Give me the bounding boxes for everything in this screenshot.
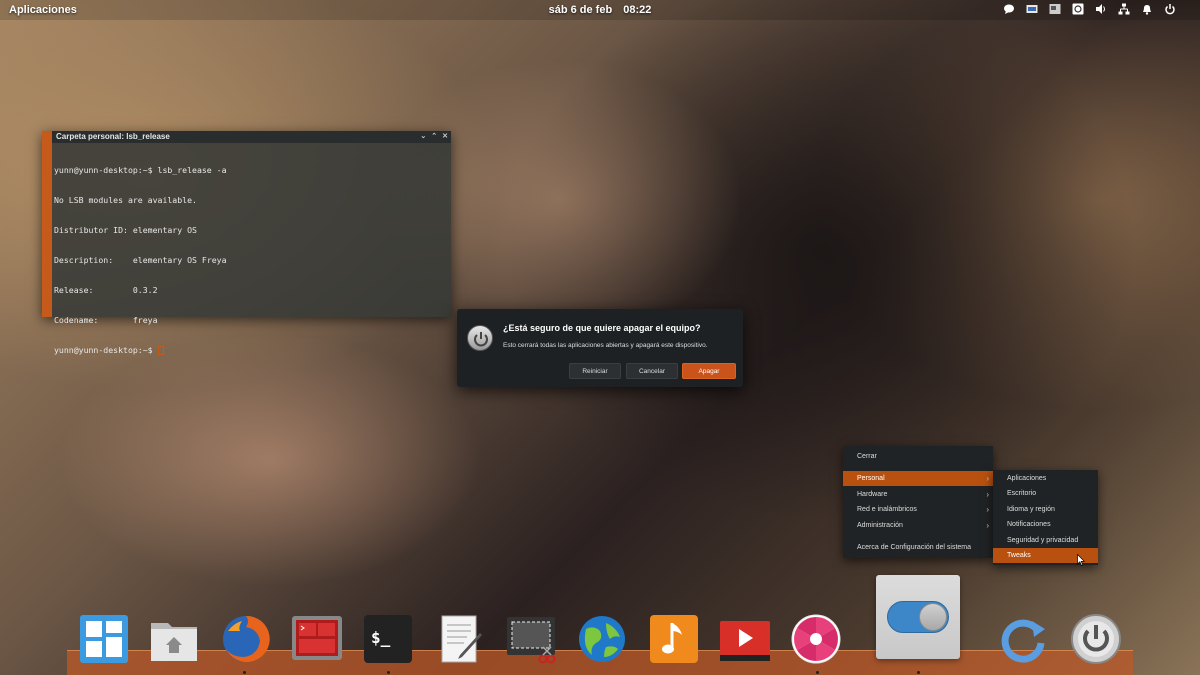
notifications-icon[interactable] bbox=[1141, 3, 1153, 15]
maximize-icon[interactable]: ⌃ bbox=[431, 131, 437, 143]
menu-item-hardware[interactable]: Hardware › bbox=[843, 487, 993, 502]
steam-icon[interactable] bbox=[1072, 3, 1084, 15]
time-label: 08:22 bbox=[623, 4, 652, 16]
shutdown-button[interactable]: Apagar bbox=[682, 363, 736, 379]
chevron-right-icon: › bbox=[986, 490, 989, 499]
video-icon[interactable] bbox=[719, 613, 771, 665]
menu-item-label: Hardware bbox=[857, 491, 888, 498]
files-icon[interactable] bbox=[148, 613, 200, 665]
shutdown-icon[interactable] bbox=[1070, 613, 1122, 665]
running-indicator bbox=[243, 671, 246, 674]
multitasking-view-icon[interactable] bbox=[78, 613, 130, 665]
chevron-right-icon: › bbox=[986, 521, 989, 530]
context-menu: Cerrar Personal › Hardware › Red e inalámb… bbox=[843, 446, 993, 558]
terminal-output[interactable]: yunn@yunn-desktop:~$ lsb_release -a No L… bbox=[52, 143, 451, 377]
svg-text:$_: $_ bbox=[371, 628, 391, 647]
volume-icon[interactable] bbox=[1095, 3, 1107, 15]
mouse-pointer-icon bbox=[1077, 554, 1085, 566]
date-label: sáb 6 de feb bbox=[548, 4, 613, 16]
menu-item-administration[interactable]: Administración › bbox=[843, 518, 993, 533]
terminal-line: Description: elementary OS Freya bbox=[54, 255, 227, 265]
terminal-window[interactable]: Carpeta personal: lsb_release ⌄ ⌃ ✕ yunn… bbox=[42, 131, 451, 355]
dialog-title: ¿Está seguro de que quiere apagar el equ… bbox=[503, 323, 701, 333]
chevron-right-icon: › bbox=[986, 505, 989, 514]
keyboard-icon[interactable] bbox=[1026, 3, 1038, 15]
firefox-icon[interactable] bbox=[220, 613, 272, 665]
submenu-item-applications[interactable]: Aplicaciones bbox=[993, 471, 1098, 486]
running-indicator bbox=[917, 671, 920, 674]
chat-icon[interactable] bbox=[1003, 3, 1015, 15]
browser-icon[interactable] bbox=[576, 613, 628, 665]
personal-submenu: Aplicaciones Escritorio Idioma y región … bbox=[993, 470, 1098, 565]
terminal-alt-icon[interactable] bbox=[291, 613, 343, 665]
menu-item-label: Acerca de Configuración del sistema bbox=[857, 544, 972, 551]
toggle-knob bbox=[919, 603, 947, 631]
terminal-line: Release: 0.3.2 bbox=[54, 285, 158, 295]
menu-item-personal[interactable]: Personal › bbox=[843, 471, 993, 486]
terminal-prompt-line: yunn@yunn-desktop:~$ bbox=[54, 345, 449, 355]
screenshot-icon[interactable] bbox=[1049, 3, 1061, 15]
submenu-item-security[interactable]: Seguridad y privacidad bbox=[993, 533, 1098, 548]
menu-item-about[interactable]: Acerca de Configuración del sistema bbox=[843, 540, 993, 555]
submenu-item-desktop[interactable]: Escritorio bbox=[993, 486, 1098, 501]
system-settings-icon[interactable] bbox=[876, 575, 960, 659]
menu-item-label: Personal bbox=[857, 475, 885, 482]
text-editor-icon[interactable] bbox=[434, 613, 486, 665]
submenu-item-notifications[interactable]: Notificaciones bbox=[993, 517, 1098, 532]
menu-item-label: Cerrar bbox=[857, 453, 877, 460]
menu-item-label: Red e inalámbricos bbox=[857, 506, 917, 513]
photo-viewer-icon[interactable] bbox=[790, 613, 842, 665]
terminal-icon[interactable]: $_ bbox=[362, 613, 414, 665]
minimize-icon[interactable]: ⌄ bbox=[420, 131, 426, 143]
running-indicator bbox=[387, 671, 390, 674]
power-icon bbox=[467, 325, 493, 351]
terminal-title: Carpeta personal: lsb_release bbox=[56, 132, 170, 141]
music-icon[interactable] bbox=[648, 613, 700, 665]
cancel-button[interactable]: Cancelar bbox=[626, 363, 678, 379]
network-icon[interactable] bbox=[1118, 3, 1130, 15]
terminal-line: No LSB modules are available. bbox=[54, 195, 197, 205]
toggle-switch bbox=[887, 601, 949, 633]
chevron-right-icon: › bbox=[986, 474, 989, 483]
terminal-line: Codename: freya bbox=[54, 315, 158, 325]
power-icon[interactable] bbox=[1164, 3, 1176, 15]
dialog-message: Esto cerrará todas las aplicaciones abie… bbox=[503, 342, 708, 349]
restart-button[interactable]: Reiniciar bbox=[569, 363, 621, 379]
terminal-line: yunn@yunn-desktop:~$ lsb_release -a bbox=[54, 165, 227, 175]
top-panel: Aplicaciones sáb 6 de feb 08:22 bbox=[0, 0, 1200, 20]
update-icon[interactable] bbox=[998, 613, 1050, 665]
menu-item-close[interactable]: Cerrar bbox=[843, 449, 993, 464]
terminal-titlebar[interactable]: Carpeta personal: lsb_release ⌄ ⌃ ✕ bbox=[52, 131, 451, 143]
menu-item-label: Administración bbox=[857, 522, 903, 529]
menu-item-network[interactable]: Red e inalámbricos › bbox=[843, 502, 993, 517]
shutdown-dialog: ¿Está seguro de que quiere apagar el equ… bbox=[457, 309, 743, 387]
submenu-item-language[interactable]: Idioma y región bbox=[993, 502, 1098, 517]
terminal-cursor bbox=[157, 346, 164, 355]
indicator-area bbox=[1003, 3, 1176, 15]
close-icon[interactable]: ✕ bbox=[442, 131, 448, 143]
running-indicator bbox=[816, 671, 819, 674]
terminal-prompt: yunn@yunn-desktop:~$ bbox=[54, 345, 158, 355]
terminal-line: Distributor ID: elementary OS bbox=[54, 225, 197, 235]
screenshot-tool-icon[interactable] bbox=[505, 613, 557, 665]
